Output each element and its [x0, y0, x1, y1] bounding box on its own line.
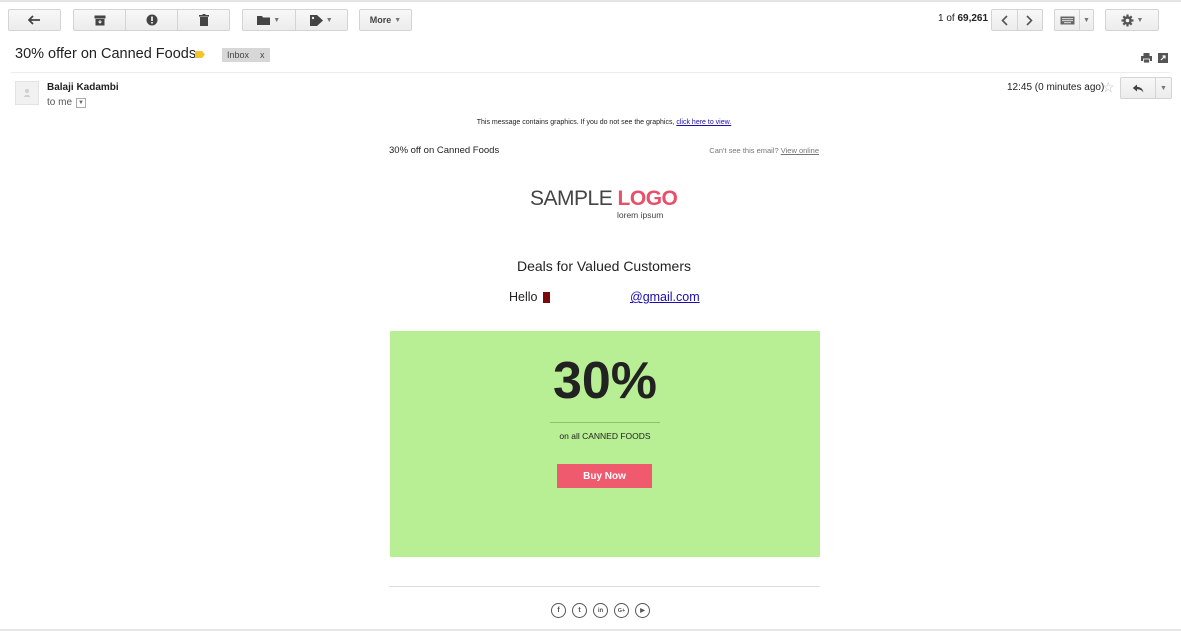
- message-subject: 30% offer on Canned Foods: [15, 46, 197, 62]
- organize-button-group: ▼ ▼: [242, 9, 348, 31]
- remove-label-button[interactable]: x: [260, 50, 265, 60]
- report-spam-button[interactable]: [126, 10, 178, 30]
- to-me-label: to me: [47, 97, 73, 108]
- buy-now-button[interactable]: Buy Now: [557, 464, 652, 488]
- reply-button[interactable]: [1121, 78, 1156, 98]
- deals-heading: Deals for Valued Customers: [516, 258, 692, 274]
- delete-button[interactable]: [178, 10, 229, 30]
- graphics-notice: This message contains graphics. If you d…: [0, 119, 1181, 126]
- older-button[interactable]: [1018, 10, 1043, 30]
- star-icon[interactable]: ☆: [1102, 79, 1115, 96]
- label-icon: [309, 14, 323, 26]
- input-tools-dropdown[interactable]: ▼: [1080, 10, 1093, 30]
- details-dropdown-icon[interactable]: ▼: [76, 97, 87, 108]
- promo-banner: 30% on all CANNED FOODS Buy Now: [390, 331, 820, 557]
- back-button[interactable]: [8, 9, 61, 31]
- header-divider: [11, 72, 1170, 73]
- click-here-link[interactable]: click here to view.: [676, 119, 731, 126]
- avatar[interactable]: [15, 81, 39, 105]
- customer-email-link[interactable]: @gmail.com: [630, 290, 700, 304]
- chevron-right-icon: [1026, 14, 1033, 26]
- top-border: [0, 0, 1181, 2]
- back-arrow-icon: [27, 15, 40, 25]
- logo-word-sample: SAMPLE: [530, 187, 618, 210]
- linkedin-icon[interactable]: in: [593, 603, 608, 618]
- trash-icon: [198, 14, 209, 26]
- cant-see-text: Can't see this email?: [709, 146, 779, 155]
- logo-tagline: lorem ipsum: [617, 210, 664, 220]
- important-label-icon[interactable]: [195, 51, 205, 58]
- sender-name[interactable]: Balaji Kadambi: [47, 82, 119, 93]
- facebook-icon[interactable]: f: [551, 603, 566, 618]
- chevron-left-icon: [1001, 14, 1008, 26]
- graphics-notice-text: This message contains graphics. If you d…: [476, 119, 675, 126]
- archive-icon: [94, 15, 105, 25]
- redacted-name: [543, 292, 550, 303]
- more-button-label: More: [369, 15, 392, 25]
- archive-button[interactable]: [74, 10, 126, 30]
- recipient-details[interactable]: to me ▼: [47, 97, 87, 108]
- message-timestamp: 12:45 (0 minutes ago): [1007, 82, 1105, 93]
- print-button[interactable]: [1141, 50, 1152, 68]
- email-header-subject: 30% off on Canned Foods: [389, 145, 500, 156]
- google-plus-icon[interactable]: G+: [614, 603, 629, 618]
- settings-button[interactable]: ▼: [1105, 9, 1159, 31]
- gear-icon: [1121, 14, 1134, 26]
- input-tools-button[interactable]: [1055, 10, 1081, 30]
- chevron-down-icon: ▼: [1083, 16, 1090, 24]
- newer-button[interactable]: [992, 10, 1018, 30]
- youtube-icon[interactable]: ▶: [635, 603, 650, 618]
- reply-button-group: ▼: [1120, 77, 1172, 99]
- move-to-button[interactable]: ▼: [243, 10, 296, 30]
- new-window-button[interactable]: [1158, 50, 1168, 68]
- discount-percent: 30%: [552, 352, 658, 410]
- greeting-text: Hello: [509, 290, 538, 304]
- chevron-down-icon: ▼: [273, 16, 281, 24]
- reply-icon: [1132, 84, 1144, 92]
- print-icon: [1141, 53, 1152, 64]
- social-links: f t in G+ ▶: [551, 603, 650, 618]
- more-button[interactable]: More ▼: [359, 9, 412, 31]
- chevron-down-icon: ▼: [1136, 16, 1144, 24]
- spam-icon: [146, 14, 157, 26]
- labels-button[interactable]: ▼: [296, 10, 348, 30]
- counter-prefix: 1 of: [938, 13, 958, 24]
- discount-subtitle: on all CANNED FOODS: [559, 431, 651, 441]
- promo-divider: [550, 422, 660, 423]
- footer-divider: [389, 586, 820, 587]
- new-window-icon: [1158, 53, 1168, 63]
- counter-total: 69,261: [957, 13, 989, 24]
- twitter-icon[interactable]: t: [572, 603, 587, 618]
- logo-word-logo: LOGO: [617, 187, 678, 210]
- action-button-group: [73, 9, 230, 31]
- more-actions-button[interactable]: ▼: [1156, 78, 1171, 98]
- view-online-link[interactable]: View online: [781, 146, 819, 155]
- inbox-label-chip[interactable]: Inbox x: [222, 48, 270, 62]
- keyboard-icon: [1060, 16, 1075, 24]
- folder-icon: [257, 16, 271, 25]
- input-tools-group: ▼: [1054, 9, 1094, 31]
- message-counter: 1 of 69,261: [938, 13, 988, 24]
- inbox-label-text: Inbox: [227, 50, 250, 60]
- sample-logo: SAMPLE LOGO: [530, 187, 678, 211]
- chevron-down-icon: ▼: [325, 16, 333, 24]
- person-icon: [23, 89, 31, 97]
- pager-group: [991, 9, 1043, 31]
- chevron-down-icon: ▼: [1159, 84, 1167, 92]
- cant-see-email: Can't see this email? View online: [709, 146, 819, 155]
- chevron-down-icon: ▼: [394, 16, 402, 24]
